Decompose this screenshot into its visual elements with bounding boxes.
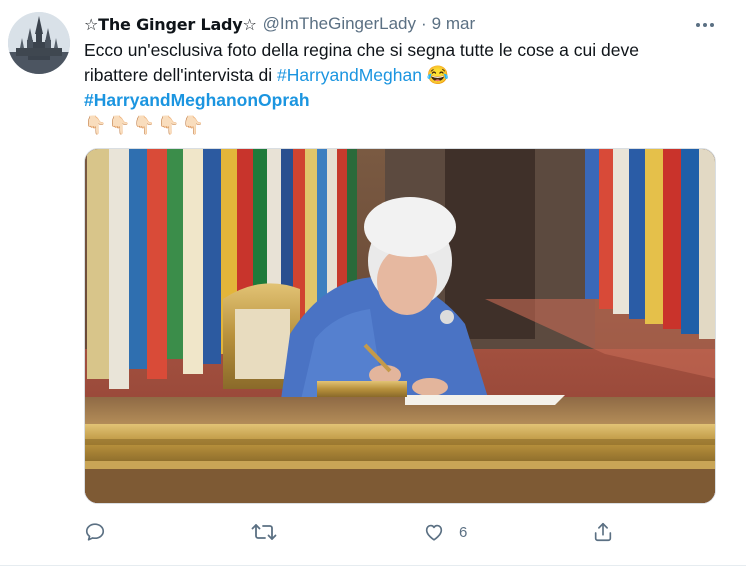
tweet-text-line1: Ecco un'esclusiva foto della regina che … [84, 40, 639, 60]
hashtag-harryandmeghan[interactable]: #HarryandMeghan [277, 65, 422, 85]
tweet-actions: 6 [84, 518, 684, 546]
tweet-text-line2: ribattere dell'intervista di [84, 65, 278, 85]
share-icon [594, 522, 612, 542]
tweet-text: Ecco un'esclusiva foto della regina che … [84, 38, 724, 137]
reply-icon [85, 523, 105, 541]
like-icon [425, 524, 443, 541]
tweet-divider [0, 565, 746, 566]
more-options-icon[interactable] [688, 14, 722, 36]
like-count: 6 [459, 523, 468, 541]
user-handle[interactable]: @ImTheGingerLady [263, 14, 416, 34]
castle-avatar-icon [8, 12, 70, 74]
hashtag-harryandmeghanonoprah[interactable]: #HarryandMeghanonOprah [84, 88, 724, 113]
share-button[interactable] [592, 518, 614, 546]
reply-button[interactable] [84, 518, 106, 546]
laughing-emoji-icon: 😂 [426, 65, 450, 85]
display-name[interactable]: ☆The Ginger Lady☆ [84, 15, 257, 34]
tweet-card[interactable]: ☆The Ginger Lady☆ @ImTheGingerLady · 9 m… [0, 0, 746, 570]
separator-dot: · [421, 14, 427, 33]
tweet-date[interactable]: 9 mar [432, 14, 475, 34]
like-button[interactable]: 6 [423, 518, 467, 546]
tweet-header: ☆The Ginger Lady☆ @ImTheGingerLady · 9 m… [84, 13, 475, 35]
retweet-button[interactable] [251, 518, 277, 546]
queen-at-desk-photo [85, 149, 715, 503]
retweet-icon [251, 524, 277, 540]
avatar[interactable] [8, 12, 70, 74]
pointing-down-emoji-icon: 👇🏻👇🏻👇🏻👇🏻👇🏻 [84, 115, 207, 135]
tweet-media-image[interactable] [84, 148, 716, 504]
